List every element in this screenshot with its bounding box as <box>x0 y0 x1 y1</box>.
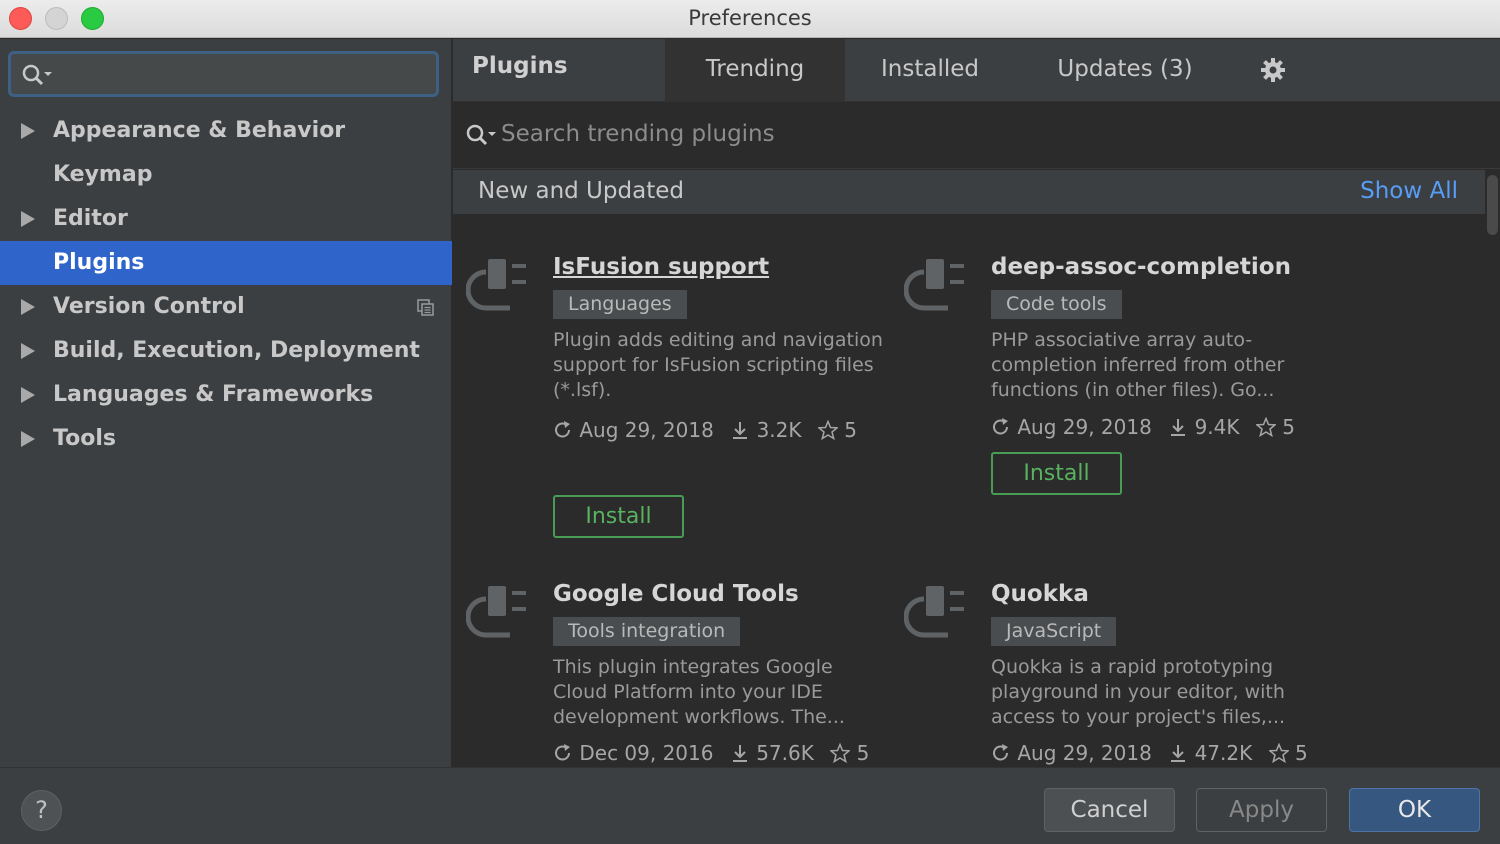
gear-icon[interactable] <box>1259 56 1287 84</box>
sidebar-item-label: Appearance & Behavior <box>53 118 346 143</box>
install-button[interactable]: Install <box>991 452 1122 495</box>
plugin-category-tag: JavaScript <box>991 617 1117 646</box>
expand-arrow-icon[interactable] <box>21 211 35 227</box>
plugin-meta: Aug 29, 2018 9.4K 5 <box>991 413 1295 439</box>
plugin-card: Google Cloud Tools Tools integration Thi… <box>466 581 886 767</box>
plugin-name[interactable]: IsFusion support <box>553 254 769 280</box>
section-header: New and Updated Show All <box>453 170 1485 214</box>
plugin-category-tag: Code tools <box>991 290 1122 319</box>
plugin-icon <box>904 259 964 311</box>
page-title: Plugins <box>472 53 568 79</box>
title-bar: Preferences <box>0 0 1500 38</box>
plugin-meta: Aug 29, 2018 47.2K 5 <box>991 739 1308 765</box>
cancel-button[interactable]: Cancel <box>1044 788 1175 832</box>
tab-installed[interactable]: Installed <box>845 39 1015 102</box>
star-icon <box>1268 742 1289 763</box>
settings-sidebar: Appearance & Behavior Keymap Editor Plug… <box>0 39 452 767</box>
plugin-downloads: 9.4K <box>1194 414 1240 439</box>
plugins-panel: Plugins Trending Installed Updates (3) S… <box>453 39 1500 767</box>
help-button[interactable]: ? <box>21 790 62 831</box>
install-button[interactable]: Install <box>553 495 684 538</box>
search-icon <box>22 64 52 86</box>
show-all-link[interactable]: Show All <box>1360 178 1458 204</box>
sidebar-item-languages-frameworks[interactable]: Languages & Frameworks <box>0 373 452 417</box>
download-icon <box>1171 744 1186 762</box>
search-placeholder: Search trending plugins <box>501 121 775 147</box>
expand-arrow-icon[interactable] <box>21 431 35 447</box>
plugin-description: Quokka is a rapid prototyping playground… <box>991 656 1286 728</box>
plugin-card: IsFusion support Languages Plugin adds e… <box>466 254 886 538</box>
download-icon <box>733 421 748 439</box>
section-title: New and Updated <box>478 178 684 204</box>
plugin-rating: 5 <box>1294 740 1308 765</box>
plugin-icon <box>904 586 964 638</box>
expand-arrow-icon[interactable] <box>21 123 35 139</box>
star-icon <box>817 419 838 440</box>
plugin-date: Aug 29, 2018 <box>1017 414 1152 439</box>
expand-arrow-icon[interactable] <box>21 387 35 403</box>
apply-button[interactable]: Apply <box>1196 788 1327 832</box>
plugin-card: deep-assoc-completion Code tools PHP ass… <box>904 254 1324 514</box>
sidebar-item-tools[interactable]: Tools <box>0 417 452 461</box>
plugin-card: Quokka JavaScript Quokka is a rapid prot… <box>904 581 1324 767</box>
scrollbar-thumb[interactable] <box>1487 175 1498 235</box>
sidebar-item-label: Tools <box>53 426 116 451</box>
expand-arrow-icon[interactable] <box>21 343 35 359</box>
plugin-date: Aug 29, 2018 <box>579 417 714 442</box>
download-icon <box>1171 418 1186 436</box>
sidebar-item-label: Version Control <box>53 294 245 319</box>
plugin-description: PHP associative array auto-completion in… <box>991 329 1285 401</box>
plugin-meta: Aug 29, 2018 3.2K 5 <box>553 416 857 442</box>
dialog-footer: ? Cancel Apply OK <box>0 767 1500 844</box>
plugin-icon <box>466 586 526 638</box>
plugin-description: This plugin integrates Google Cloud Plat… <box>553 656 845 728</box>
search-icon <box>466 124 496 146</box>
refresh-icon <box>555 420 570 437</box>
sidebar-item-label: Build, Execution, Deployment <box>53 338 420 363</box>
ok-button[interactable]: OK <box>1349 788 1480 832</box>
plugin-date: Dec 09, 2016 <box>579 740 714 765</box>
sidebar-item-label: Plugins <box>53 250 145 275</box>
sidebar-item-build-execution-deployment[interactable]: Build, Execution, Deployment <box>0 329 452 373</box>
plugin-meta: Dec 09, 2016 57.6K 5 <box>553 739 869 765</box>
window-title: Preferences <box>688 6 812 30</box>
tab-updates[interactable]: Updates (3) <box>1035 39 1215 102</box>
plugin-search-input[interactable]: Search trending plugins <box>453 103 1500 169</box>
star-icon <box>830 742 851 763</box>
plugin-name[interactable]: Quokka <box>991 581 1089 607</box>
plugin-rating: 5 <box>844 417 857 442</box>
tab-trending[interactable]: Trending <box>665 39 845 102</box>
plugin-icon <box>466 259 526 311</box>
plugin-description: Plugin adds editing and navigation suppo… <box>553 329 883 401</box>
plugin-date: Aug 29, 2018 <box>1017 740 1152 765</box>
settings-search-input[interactable] <box>8 51 439 97</box>
refresh-icon <box>555 743 570 760</box>
project-settings-icon <box>417 299 434 316</box>
plugin-downloads: 3.2K <box>756 417 802 442</box>
plugin-category-tag: Languages <box>553 290 687 319</box>
sidebar-item-version-control[interactable]: Version Control <box>0 285 452 329</box>
expand-arrow-icon[interactable] <box>21 299 35 315</box>
plugin-downloads: 57.6K <box>756 740 814 765</box>
star-icon <box>1255 416 1276 437</box>
refresh-icon <box>993 417 1008 434</box>
sidebar-item-editor[interactable]: Editor <box>0 197 452 241</box>
plugin-name[interactable]: deep-assoc-completion <box>991 254 1291 280</box>
plugin-name[interactable]: Google Cloud Tools <box>553 581 799 607</box>
sidebar-item-plugins[interactable]: Plugins <box>0 241 452 285</box>
plugins-tab-bar: Plugins Trending Installed Updates (3) <box>453 39 1500 102</box>
sidebar-item-keymap[interactable]: Keymap <box>0 153 452 197</box>
plugin-downloads: 47.2K <box>1194 740 1253 765</box>
sidebar-item-label: Keymap <box>53 162 153 187</box>
download-icon <box>732 744 747 762</box>
plugin-rating: 5 <box>856 740 870 765</box>
plugin-rating: 5 <box>1282 414 1295 439</box>
sidebar-item-label: Editor <box>53 206 128 231</box>
refresh-icon <box>993 743 1008 760</box>
plugin-category-tag: Tools integration <box>553 617 741 646</box>
sidebar-item-label: Languages & Frameworks <box>53 382 374 407</box>
sidebar-item-appearance-behavior[interactable]: Appearance & Behavior <box>0 109 452 153</box>
